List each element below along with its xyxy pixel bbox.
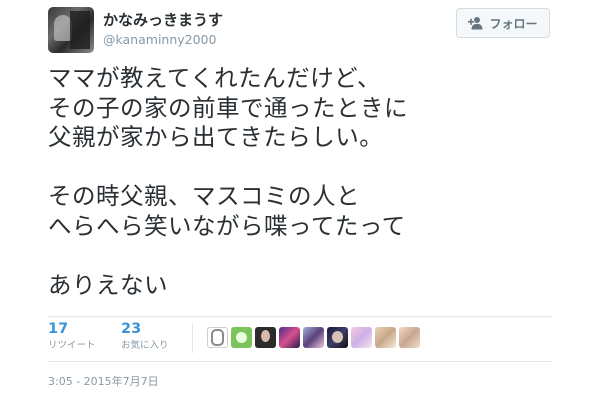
- liker-avatar-2[interactable]: [231, 327, 252, 348]
- liker-avatar-9[interactable]: [399, 327, 420, 348]
- tweet-line: 父親が家から出てきたらしい。: [48, 123, 384, 151]
- liker-avatar-3[interactable]: [255, 327, 276, 348]
- avatar[interactable]: [48, 7, 94, 53]
- follow-button[interactable]: フォロー: [456, 8, 550, 38]
- retweet-count: 17: [48, 321, 69, 337]
- liker-avatar-4[interactable]: [279, 327, 300, 348]
- liker-avatar-5[interactable]: [303, 327, 324, 348]
- tweet-card: かなみっきまうす @kanaminny2000 フォロー ママが教えてくれたんだ…: [0, 0, 600, 393]
- add-user-icon: [468, 17, 483, 30]
- tweet-line: その子の家の前車で通ったときに: [48, 93, 408, 122]
- display-name[interactable]: かなみっきまうす: [103, 9, 223, 30]
- liker-avatar-7[interactable]: [351, 327, 372, 348]
- liker-avatars: [207, 327, 420, 348]
- liker-avatar-6[interactable]: [327, 327, 348, 348]
- retweet-label: リツイート: [48, 340, 96, 351]
- tweet-text: ママが教えてくれたんだけど、 その子の家の前車で通ったときに 父親が家から出てき…: [48, 64, 568, 300]
- avatar-shadow: [70, 11, 90, 49]
- favorite-label: お気に入り: [121, 340, 169, 351]
- retweet-stat[interactable]: 17 リツイート: [48, 320, 96, 353]
- favorite-stat[interactable]: 23 お気に入り: [121, 320, 169, 353]
- liker-avatar-1[interactable]: [207, 327, 228, 348]
- tweet-timestamp[interactable]: 3:05 - 2015年7月7日: [48, 373, 159, 389]
- screen-name[interactable]: @kanaminny2000: [103, 32, 216, 47]
- tweet-line: その時父親、マスコミの人と: [48, 182, 360, 210]
- tweet-line: へらへら笑いながら喋ってたって: [48, 211, 406, 240]
- favorite-count: 23: [121, 321, 142, 337]
- stats-bottom-divider: [48, 361, 552, 362]
- stats-top-divider: [48, 316, 552, 317]
- follow-button-label: フォロー: [489, 16, 538, 31]
- tweet-line: ママが教えてくれたんだけど、: [48, 64, 381, 92]
- stats-separator: [192, 323, 193, 353]
- tweet-line: ありえない: [48, 270, 168, 299]
- liker-avatar-8[interactable]: [375, 327, 396, 348]
